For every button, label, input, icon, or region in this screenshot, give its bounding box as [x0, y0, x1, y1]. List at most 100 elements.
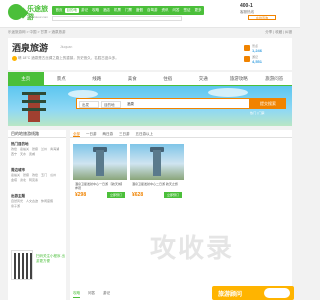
- filter-tab-1[interactable]: 一日游: [86, 130, 97, 137]
- sidebar-block: 出游主题 自然风光 人文古迹 休闲度假 亲子游: [11, 194, 65, 208]
- route-card[interactable]: 酒泉卫星发射中心二日游 航天之旅 ¥628 立即预订: [130, 144, 184, 200]
- sidebar-link[interactable]: 金塔: [11, 178, 17, 182]
- route-image[interactable]: [130, 144, 184, 180]
- nav-item-5[interactable]: 机票: [113, 8, 123, 13]
- pagoda-illustration: [22, 92, 46, 122]
- section-tab-3[interactable]: 美食: [115, 72, 151, 85]
- section-tab-7[interactable]: 旅游问答: [257, 72, 293, 85]
- destination-title-band: 酒泉旅游 Jiuquan 晴 18°C 酒泉是古丝绸之路上的重镇，历史悠久，名胜…: [8, 38, 292, 70]
- sidebar-link[interactable]: 休闲度假: [41, 199, 53, 203]
- section-tab-0[interactable]: 主页: [8, 72, 44, 85]
- book-button[interactable]: 立即预订: [164, 192, 182, 198]
- stat-row: 游记 4,551: [244, 55, 288, 65]
- sidebar-link[interactable]: 敦煌: [11, 147, 17, 151]
- sidebar-block: 周边城市 嘉峪关 张掖 敦煌 玉门 瓜州 金塔 肃北 阿克塞: [11, 168, 65, 182]
- filter-tab-0[interactable]: 全部: [73, 130, 80, 137]
- sidebar-link[interactable]: 人文古迹: [26, 199, 38, 203]
- travel-consultant-widget[interactable]: 旅游顾问: [212, 286, 294, 300]
- logo-url: www.lotour.com: [27, 15, 49, 19]
- section-tab-6[interactable]: 旅游攻略: [221, 72, 257, 85]
- route-price: ¥628: [132, 192, 144, 198]
- nav-item-9[interactable]: 资讯: [160, 8, 170, 13]
- breadcrumb[interactable]: 乐途旅游网 > 中国 > 甘肃 > 酒泉旅游: [8, 30, 218, 35]
- sidebar-link[interactable]: 嘉峪关: [11, 173, 20, 177]
- filter-tab-3[interactable]: 三日游: [119, 130, 130, 137]
- section-tab-4[interactable]: 住宿: [150, 72, 186, 85]
- nav-item-8[interactable]: 自驾游: [146, 8, 160, 13]
- sidebar-link[interactable]: 亲子游: [11, 204, 20, 208]
- section-nav: 主页 景点 线路 美食 住宿 交通 旅游攻略 旅游问答: [8, 72, 292, 86]
- sidebar-link[interactable]: 西宁: [11, 152, 17, 156]
- nav-item-10[interactable]: 问答: [171, 8, 181, 13]
- route-card[interactable]: 酒泉卫星发射中心一日游 【航天城】参观 ¥298 立即预订: [73, 144, 127, 200]
- book-button[interactable]: 立即预订: [107, 192, 125, 198]
- section-tab-1[interactable]: 景点: [44, 72, 80, 85]
- sidebar-block: 热门目的地 敦煌 嘉峪关 张掖 兰州 青海湖 西宁 天水 武威: [11, 142, 65, 156]
- nav-item-3[interactable]: 攻略: [91, 8, 101, 13]
- search-submit-button[interactable]: 提交搜索: [250, 98, 286, 109]
- site-nav: 首页 目的地 游记 攻略 酒店 机票 门票 度假 自驾游 资讯 问答 签证 更多: [52, 6, 204, 15]
- sidebar-link[interactable]: 嘉峪关: [20, 147, 29, 151]
- route-image[interactable]: [73, 144, 127, 180]
- sidebar-link[interactable]: 张掖: [23, 173, 29, 177]
- site-logo[interactable]: 乐途旅游 www.lotour.com: [8, 2, 54, 24]
- left-sidebar: 目的地旅游线路 热门目的地 敦煌 嘉峪关 张掖 兰州 青海湖 西宁 天水 武威 周边城市 嘉峪…: [8, 130, 66, 300]
- sidebar-link[interactable]: 敦煌: [32, 173, 38, 177]
- consult-button[interactable]: 在线咨询: [248, 15, 276, 20]
- sidebar-link[interactable]: 玉门: [41, 173, 47, 177]
- sidebar-link[interactable]: 青海湖: [50, 147, 59, 151]
- sidebar-link[interactable]: 瓜州: [50, 173, 56, 177]
- header-search[interactable]: [52, 16, 182, 21]
- section-tab-5[interactable]: 交通: [186, 72, 222, 85]
- page-actions[interactable]: 分享 | 收藏 | 纠错: [230, 30, 292, 35]
- stat-row: 景点 1,246: [244, 44, 288, 54]
- logo-text: 乐途旅游: [27, 6, 48, 21]
- nav-item-4[interactable]: 酒店: [102, 8, 112, 13]
- route-title[interactable]: 酒泉卫星发射中心一日游 【航天城】参观: [75, 182, 125, 190]
- nav-item-2[interactable]: 游记: [80, 8, 90, 13]
- sidebar-link[interactable]: 武威: [29, 152, 35, 156]
- consultant-label: 旅游顾问: [218, 292, 243, 298]
- stat-icon: [244, 56, 250, 62]
- sidebar-link[interactable]: 肃北: [20, 178, 26, 182]
- bottom-tab-2[interactable]: 游记: [103, 288, 110, 298]
- pagoda-body: [28, 111, 40, 122]
- qr-code-pattern: [14, 253, 32, 279]
- sidebar-link[interactable]: 张掖: [32, 147, 38, 151]
- sidebar-block-items: 敦煌 嘉峪关 张掖 兰州 青海湖西宁 天水 武威: [11, 147, 65, 156]
- page-title-en: Jiuquan: [60, 45, 73, 49]
- search-input[interactable]: [125, 100, 225, 108]
- hero-links[interactable]: 热门 | 门票: [250, 111, 290, 116]
- cloud-shape: [68, 90, 98, 98]
- bottom-tab-0[interactable]: 攻略: [73, 288, 80, 298]
- sidebar-link[interactable]: 阿克塞: [29, 178, 38, 182]
- header-search-input[interactable]: [52, 16, 182, 21]
- watermark: 攻收录: [150, 234, 235, 264]
- section-tab-2[interactable]: 线路: [79, 72, 115, 85]
- page-title: 酒泉旅游: [12, 43, 49, 53]
- bottom-tab-1[interactable]: 问答: [88, 288, 95, 298]
- nav-item-0[interactable]: 首页: [54, 8, 64, 13]
- destination-select[interactable]: 目的地: [101, 100, 121, 108]
- nav-item-11[interactable]: 签证: [182, 8, 192, 13]
- qr-code: [11, 250, 33, 280]
- route-price: ¥298: [75, 192, 87, 198]
- sidebar-link[interactable]: 兰州: [41, 147, 47, 151]
- route-list: 全部 一日游 两日游 三日游 五日游以上 酒泉卫星发射中心一日游 【航天城】参观 ¥29…: [70, 130, 292, 300]
- cloud-shape: [208, 88, 248, 97]
- nav-item-6[interactable]: 门票: [124, 8, 134, 13]
- hotline: 400-1 客服热线 在线咨询: [240, 3, 290, 21]
- route-title[interactable]: 酒泉卫星发射中心二日游 航天之旅: [132, 182, 182, 190]
- nav-item-7[interactable]: 度假: [135, 8, 145, 13]
- hero-banner: 出发 目的地 提交搜索 热门 | 门票: [8, 86, 292, 126]
- stat-icon: [244, 45, 250, 51]
- sidebar-block-items: 自然风光 人文古迹 休闲度假亲子游: [11, 199, 65, 208]
- sun-icon: [12, 56, 17, 61]
- filter-tab-4[interactable]: 五日游以上: [136, 130, 154, 137]
- nav-item-12[interactable]: 更多: [193, 8, 203, 13]
- sidebar-link[interactable]: 天水: [20, 152, 26, 156]
- filter-tab-2[interactable]: 两日游: [103, 130, 114, 137]
- nav-item-1[interactable]: 目的地: [65, 8, 79, 13]
- departure-select[interactable]: 出发: [79, 100, 99, 108]
- sidebar-link[interactable]: 自然风光: [11, 199, 23, 203]
